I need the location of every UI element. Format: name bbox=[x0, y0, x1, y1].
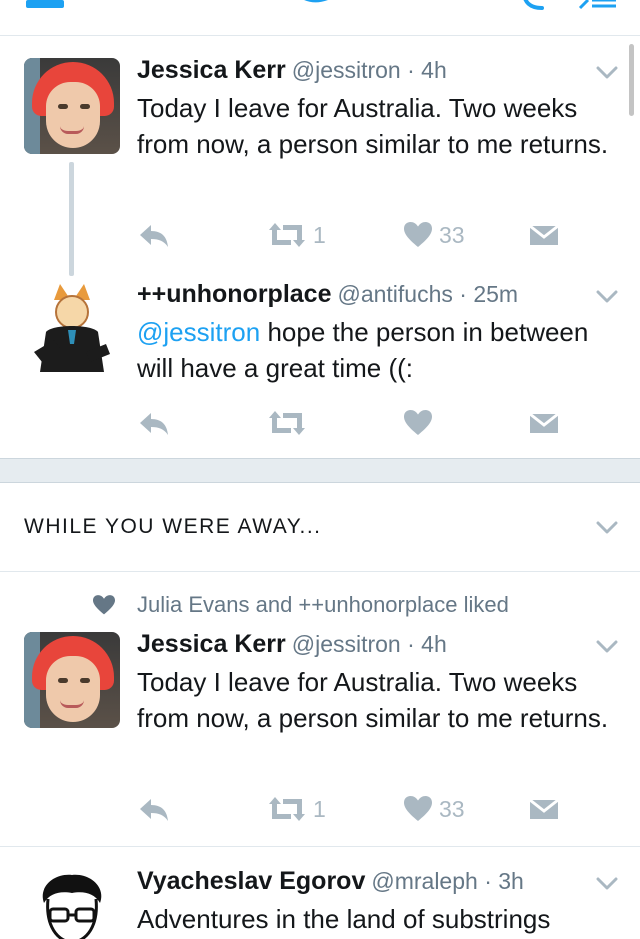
tweet-header: ++unhonorplace @antifuchs · 25m bbox=[137, 280, 518, 309]
like-count: 33 bbox=[439, 221, 465, 248]
author-name[interactable]: Jessica Kerr bbox=[137, 630, 286, 658]
direct-message-icon[interactable] bbox=[529, 220, 559, 250]
tweet-header: Jessica Kerr @jessitron · 4h bbox=[137, 630, 447, 659]
tweet-header: Jessica Kerr @jessitron · 4h bbox=[137, 56, 447, 85]
tweet-text: @jessitron hope the person in between wi… bbox=[137, 314, 617, 386]
avatar[interactable] bbox=[24, 58, 120, 154]
tweet-mraleph[interactable]: Vyacheslav Egorov @mraleph · 3h Adventure… bbox=[0, 847, 640, 939]
author-handle-time: @jessitron · 4h bbox=[291, 631, 447, 657]
heart-icon bbox=[404, 796, 432, 821]
retweet-count: 1 bbox=[313, 221, 326, 248]
direct-message-icon[interactable] bbox=[529, 408, 559, 438]
heart-icon bbox=[404, 222, 432, 247]
chevron-down-icon[interactable] bbox=[596, 66, 618, 80]
section-title: WHILE YOU WERE AWAY... bbox=[24, 515, 322, 538]
author-handle-time: @mraleph · 3h bbox=[371, 868, 524, 894]
thread-connector-line bbox=[69, 162, 74, 276]
reply-icon[interactable] bbox=[137, 408, 171, 438]
tweet-antifuchs[interactable]: ++unhonorplace @antifuchs · 25m @jessitro… bbox=[0, 270, 640, 458]
tweet-jessitron-away[interactable]: Jessica Kerr @jessitron · 4h Today I leav… bbox=[0, 574, 640, 846]
retweet-count: 1 bbox=[313, 795, 326, 822]
author-handle-time: @antifuchs · 25m bbox=[337, 281, 519, 307]
reply-icon[interactable] bbox=[137, 794, 171, 824]
tweet-actions: 1 33 bbox=[137, 220, 607, 250]
reply-icon[interactable] bbox=[137, 220, 171, 250]
chevron-down-icon[interactable] bbox=[596, 877, 618, 891]
author-name[interactable]: Vyacheslav Egorov bbox=[137, 867, 365, 895]
retweet-button[interactable]: 1 bbox=[267, 794, 326, 824]
avatar[interactable] bbox=[24, 282, 120, 378]
like-button[interactable]: 33 bbox=[403, 794, 465, 824]
tweet-actions: 1 33 bbox=[137, 794, 607, 824]
retweet-icon bbox=[269, 223, 305, 247]
tweet-jessitron[interactable]: Jessica Kerr @jessitron · 4h Today I leav… bbox=[0, 0, 640, 260]
mention-link[interactable]: @jessitron bbox=[137, 317, 260, 347]
timeline-gap bbox=[0, 458, 640, 483]
author-handle-time: @jessitron · 4h bbox=[291, 57, 447, 83]
chevron-down-icon[interactable] bbox=[596, 290, 618, 304]
while-you-were-away-header[interactable]: WHILE YOU WERE AWAY... bbox=[0, 483, 640, 572]
tweet-actions bbox=[137, 408, 607, 438]
tweet-text: Today I leave for Australia. Two weeks f… bbox=[137, 667, 609, 733]
avatar[interactable] bbox=[24, 869, 120, 939]
retweet-button[interactable]: 1 bbox=[267, 220, 326, 250]
tweet-header: Vyacheslav Egorov @mraleph · 3h bbox=[137, 867, 524, 896]
chevron-down-icon[interactable] bbox=[596, 521, 618, 535]
like-count: 33 bbox=[439, 795, 465, 822]
author-name[interactable]: Jessica Kerr bbox=[137, 56, 286, 84]
direct-message-icon[interactable] bbox=[529, 794, 559, 824]
avatar[interactable] bbox=[24, 632, 120, 728]
tweet-text: Today I leave for Australia. Two weeks f… bbox=[137, 93, 609, 159]
tweet-text: Adventures in the land of substrings bbox=[137, 904, 551, 934]
retweet-icon bbox=[269, 797, 305, 821]
author-name[interactable]: ++unhonorplace bbox=[137, 280, 331, 308]
retweet-icon[interactable] bbox=[267, 408, 307, 438]
heart-icon[interactable] bbox=[403, 408, 433, 438]
chevron-down-icon[interactable] bbox=[596, 640, 618, 654]
like-button[interactable]: 33 bbox=[403, 220, 465, 250]
